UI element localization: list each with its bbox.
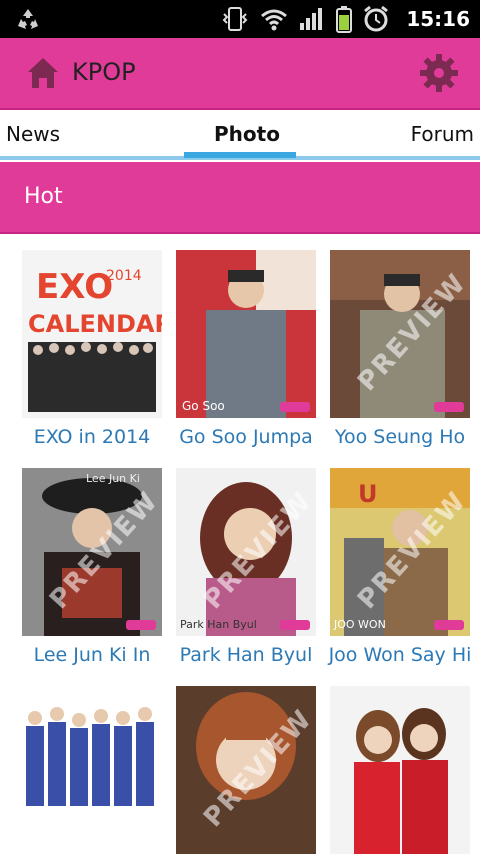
- photo-caption[interactable]: Joo Won Say Hi: [320, 644, 480, 666]
- svg-text:JOO WON: JOO WON: [333, 618, 386, 631]
- status-time: 15:16: [406, 7, 470, 31]
- svg-text:Go Soo: Go Soo: [182, 399, 225, 413]
- photo-thumbnail[interactable]: [22, 686, 162, 854]
- photo-thumbnail[interactable]: Go Soo: [176, 250, 316, 418]
- app-title: KPOP: [72, 58, 136, 86]
- svg-text:CALENDAR: CALENDAR: [28, 310, 162, 338]
- photo-caption[interactable]: Yoo Seung Ho: [320, 426, 480, 448]
- photo-thumbnail[interactable]: Lee Jun Ki PREVIEW: [22, 468, 162, 636]
- watermark-tag: [434, 402, 464, 412]
- watermark-tag: [280, 402, 310, 412]
- photo-caption[interactable]: Go Soo Jumpa: [166, 426, 326, 448]
- svg-text:U: U: [358, 480, 378, 508]
- photo-thumbnail[interactable]: EXO 2014 CALENDAR: [22, 250, 162, 418]
- status-bar: 15:16: [0, 0, 480, 38]
- home-icon[interactable]: [24, 54, 62, 92]
- watermark-tag: [280, 620, 310, 630]
- tab-news[interactable]: News: [6, 122, 60, 146]
- svg-text:2014: 2014: [106, 268, 142, 284]
- wifi-icon: [261, 9, 288, 31]
- gear-icon[interactable]: [418, 52, 460, 94]
- tab-selected-indicator: [184, 152, 296, 158]
- photo-thumbnail[interactable]: PREVIEW: [176, 686, 316, 854]
- app-bar: KPOP: [0, 38, 480, 110]
- svg-text:Park Han Byul: Park Han Byul: [180, 618, 257, 631]
- section-header: Hot: [0, 162, 480, 234]
- tab-forum[interactable]: Forum: [411, 122, 474, 146]
- svg-text:Lee Jun Ki: Lee Jun Ki: [86, 472, 140, 485]
- alarm-icon: [364, 5, 389, 32]
- svg-text:EXO: EXO: [36, 267, 113, 307]
- recycle-icon: [18, 9, 38, 29]
- watermark-tag: [126, 620, 156, 630]
- tab-bar: News Photo Forum: [0, 110, 480, 160]
- tab-photo[interactable]: Photo: [214, 122, 280, 146]
- photo-thumbnail[interactable]: Park Han Byul PREVIEW: [176, 468, 316, 636]
- photo-caption[interactable]: EXO in 2014: [12, 426, 172, 448]
- photo-caption[interactable]: Park Han Byul: [166, 644, 326, 666]
- battery-icon: [336, 6, 353, 33]
- photo-thumbnail[interactable]: U JOO WON PREVIEW: [330, 468, 470, 636]
- vibrate-icon: [222, 7, 248, 31]
- watermark-tag: [434, 620, 464, 630]
- signal-icon: [300, 8, 323, 30]
- photo-thumbnail[interactable]: PREVIEW: [330, 250, 470, 418]
- photo-caption[interactable]: Lee Jun Ki In: [12, 644, 172, 666]
- photo-thumbnail[interactable]: [330, 686, 470, 854]
- section-label: Hot: [24, 184, 63, 209]
